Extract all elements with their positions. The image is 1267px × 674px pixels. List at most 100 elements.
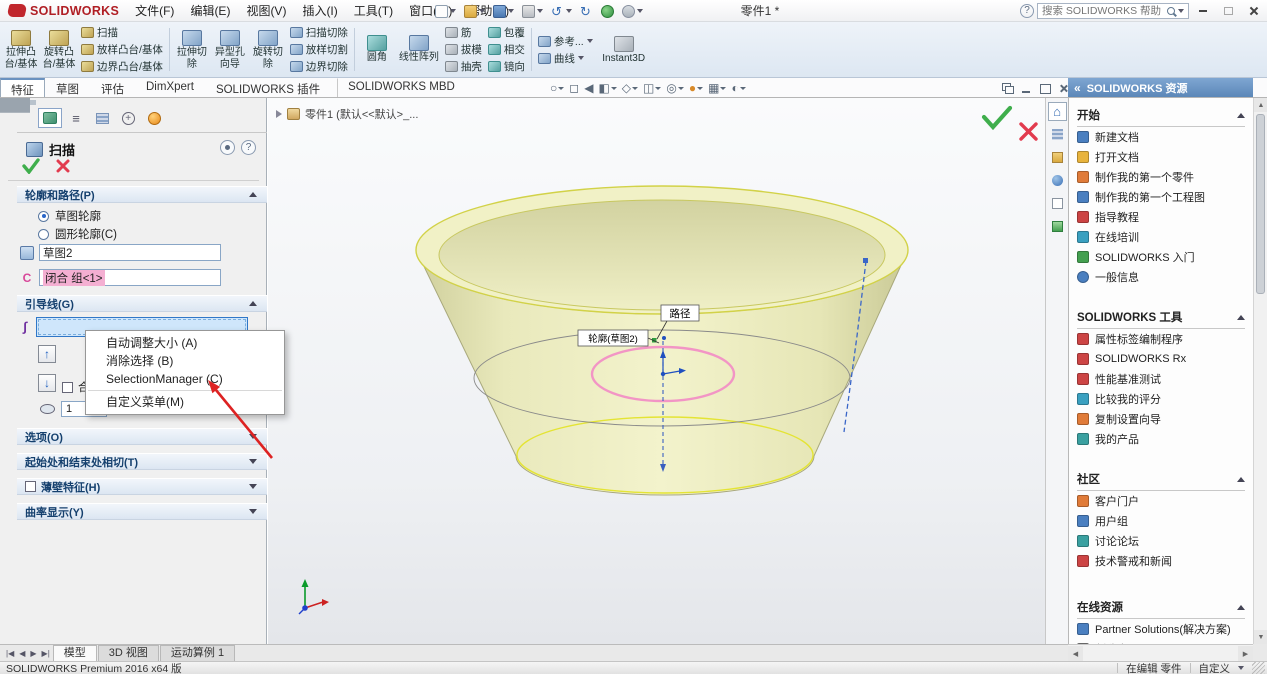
maximize-button[interactable]	[1217, 2, 1239, 20]
tab-solidworks-resources[interactable]	[1048, 102, 1067, 121]
menu-item-selection-manager[interactable]: SelectionManager (C)	[86, 370, 284, 388]
chevron-down-icon[interactable]	[1178, 9, 1184, 13]
menu-item-autosize[interactable]: 自动调整大小 (A)	[86, 334, 284, 352]
save-button[interactable]	[490, 2, 517, 20]
lofted-boss-button[interactable]: 放样凸台/基体	[81, 42, 163, 58]
tab-mbd[interactable]: SOLIDWORKS MBD	[337, 78, 466, 97]
print-button[interactable]	[519, 2, 546, 20]
link-copy-settings-wizard[interactable]: 复制设置向导	[1077, 409, 1245, 429]
link-tech-alerts-news[interactable]: 技术警戒和新闻	[1077, 551, 1245, 571]
document-breadcrumb[interactable]: 零件1 (默认<<默认>_...	[276, 106, 418, 122]
mirror-button[interactable]: 镜向	[488, 59, 525, 75]
link-tutorials[interactable]: 指导教程	[1077, 207, 1245, 227]
tab-dimxpert[interactable]: DimXpert	[135, 78, 205, 97]
section-options[interactable]: 选项(O)	[17, 428, 267, 445]
zoom-to-area-button[interactable]: ◻	[567, 80, 581, 96]
menu-item-customize-menu[interactable]: 自定义菜单(M)	[86, 393, 284, 411]
bowl-model[interactable]	[416, 186, 908, 495]
revolved-cut-button[interactable]: 旋转切 除	[249, 24, 287, 75]
maximize-window-icon[interactable]	[1038, 82, 1052, 95]
link-first-drawing[interactable]: 制作我的第一个工程图	[1077, 187, 1245, 207]
scrollbar-thumb[interactable]	[1256, 114, 1265, 294]
link-property-tab-builder[interactable]: 属性标签编制程序	[1077, 329, 1245, 349]
link-customer-portal[interactable]: 客户门户	[1077, 491, 1245, 511]
move-up-button[interactable]	[38, 345, 56, 363]
chevron-down-icon[interactable]	[1238, 666, 1244, 670]
first-tab-icon[interactable]: |◀	[4, 649, 16, 658]
previous-view-button[interactable]: ◀	[582, 80, 595, 96]
tab-view-palette[interactable]	[1048, 171, 1067, 190]
view-orientation-button[interactable]: ◇	[620, 80, 640, 96]
link-performance-benchmark[interactable]: 性能基准测试	[1077, 369, 1245, 389]
last-tab-icon[interactable]: ▶|	[40, 649, 52, 658]
tab-3d-views[interactable]: 3D 视图	[98, 645, 159, 661]
boundary-boss-button[interactable]: 边界凸台/基体	[81, 59, 163, 75]
radio-sketch-profile[interactable]: 草图轮廓	[38, 208, 101, 224]
link-user-groups[interactable]: 用户组	[1077, 511, 1245, 531]
link-getting-started[interactable]: SOLIDWORKS 入门	[1077, 247, 1245, 267]
minimize-window-icon[interactable]	[1019, 82, 1033, 95]
section-header[interactable]: 社区	[1077, 469, 1245, 491]
restore-window-icon[interactable]	[1000, 82, 1014, 95]
cancel-button[interactable]	[56, 159, 70, 173]
swept-boss-button[interactable]: 扫描	[81, 25, 163, 41]
scroll-down-icon[interactable]: ▼	[1254, 630, 1267, 644]
flyout-arrow-icon[interactable]	[276, 110, 282, 118]
curves-button[interactable]: 曲线	[538, 50, 593, 66]
link-general-info[interactable]: 一般信息	[1077, 267, 1245, 287]
left-toolbar-icon[interactable]	[28, 97, 30, 113]
tab-features[interactable]: 特征	[0, 78, 45, 97]
help-icon[interactable]	[241, 140, 256, 155]
hole-wizard-button[interactable]: 异型孔 向导	[211, 24, 249, 75]
redo-button[interactable]	[577, 2, 596, 20]
next-tab-icon[interactable]: ▶	[28, 649, 38, 658]
rebuild-button[interactable]	[598, 2, 617, 20]
ok-confirm-button[interactable]	[984, 108, 1010, 127]
profile-callout[interactable]: 轮廓(草图2)	[578, 330, 659, 346]
draft-button[interactable]: 拔模	[445, 42, 482, 58]
tab-feature-tree[interactable]	[64, 108, 88, 128]
cancel-confirm-button[interactable]	[1021, 124, 1036, 139]
edit-appearance-button[interactable]: ●	[687, 80, 705, 96]
radio-circular-profile[interactable]: 圆形轮廓(C)	[38, 226, 117, 242]
extruded-boss-button[interactable]: 拉伸凸 台/基体	[2, 24, 40, 75]
tab-motion-study[interactable]: 运动算例 1	[160, 645, 235, 661]
tab-dimxpert-manager[interactable]	[116, 108, 140, 128]
rib-button[interactable]: 筋	[445, 25, 482, 41]
menu-view[interactable]: 视图(V)	[238, 0, 294, 21]
zoom-fit-button[interactable]: ○	[548, 80, 566, 96]
tab-file-explorer[interactable]	[1048, 148, 1067, 167]
menu-file[interactable]: 文件(F)	[127, 0, 182, 21]
view-settings-button[interactable]: ◐	[729, 80, 747, 96]
scroll-right-icon[interactable]: ▶	[1238, 646, 1253, 661]
section-guide-curves[interactable]: 引导线(G)	[17, 295, 267, 312]
resize-grip-icon[interactable]	[1252, 662, 1265, 674]
intersect-button[interactable]: 相交	[488, 42, 525, 58]
instant3d-button[interactable]: Instant3D	[596, 24, 652, 75]
keep-visible-icon[interactable]	[220, 140, 235, 155]
extruded-cut-button[interactable]: 拉伸切 除	[173, 24, 211, 75]
tab-display-manager[interactable]	[142, 108, 166, 128]
reference-geometry-button[interactable]: 参考...	[538, 33, 593, 49]
tab-evaluate[interactable]: 评估	[90, 78, 135, 97]
link-my-products[interactable]: 我的产品	[1077, 429, 1245, 449]
tab-configuration-manager[interactable]	[90, 108, 114, 128]
section-profile-path[interactable]: 轮廓和路径(P)	[17, 186, 267, 203]
menu-edit[interactable]: 编辑(E)	[182, 0, 238, 21]
status-customize[interactable]: 自定义	[1199, 661, 1231, 674]
horizontal-scrollbar[interactable]: ◀ ▶	[1068, 644, 1253, 661]
section-view-button[interactable]: ◧	[596, 80, 618, 96]
path-selection-field[interactable]: 闭合 组<1>	[39, 269, 221, 286]
search-input[interactable]	[1042, 5, 1164, 17]
menu-tools[interactable]: 工具(T)	[346, 0, 401, 21]
search-icon[interactable]	[1167, 7, 1175, 15]
section-curvature-display[interactable]: 曲率显示(Y)	[17, 503, 267, 520]
new-document-button[interactable]	[432, 2, 459, 20]
menu-item-clear-selections[interactable]: 消除选择 (B)	[86, 352, 284, 370]
previous-tab-icon[interactable]: ◀	[17, 649, 27, 658]
ok-button[interactable]	[22, 158, 40, 174]
linear-pattern-button[interactable]: 线性阵列	[396, 24, 442, 75]
options-button[interactable]	[619, 2, 646, 20]
tab-property-manager[interactable]	[38, 108, 62, 128]
section-thin-feature[interactable]: 薄壁特征(H)	[17, 478, 267, 495]
